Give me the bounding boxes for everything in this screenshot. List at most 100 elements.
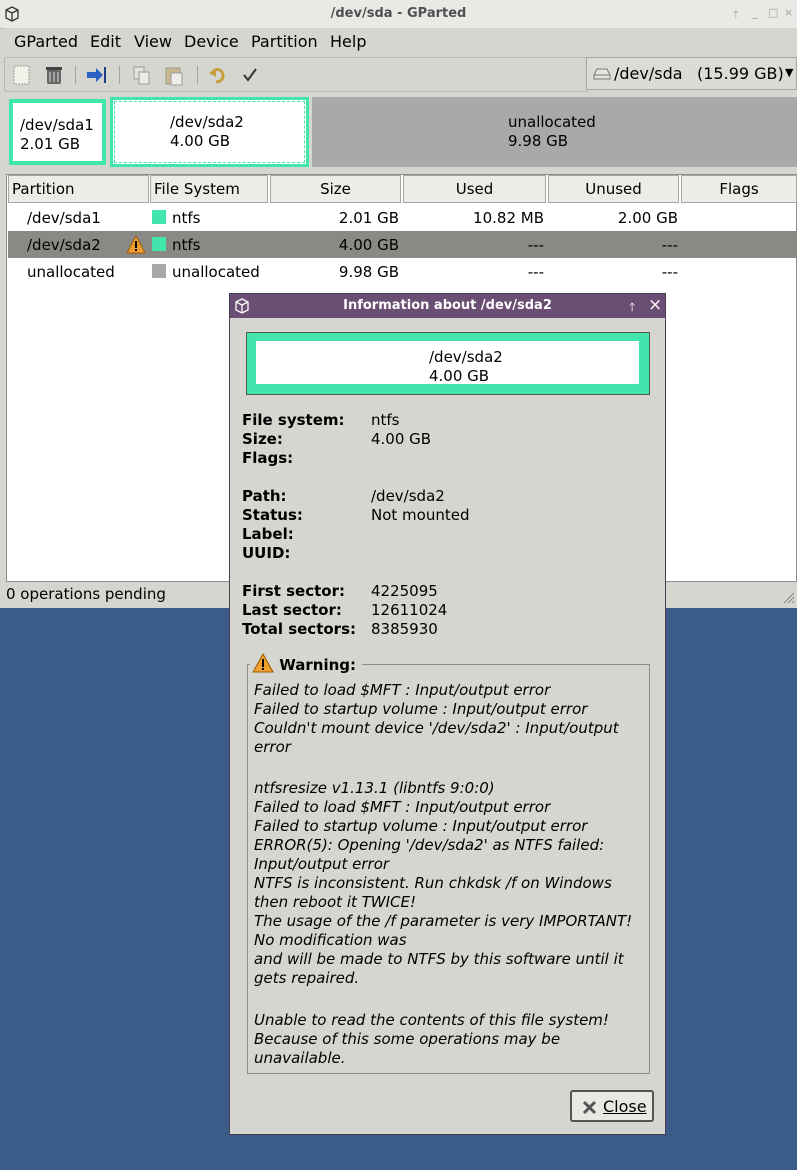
resize-grip-icon[interactable] — [781, 590, 795, 604]
first-sector-label: First sector: — [242, 582, 345, 600]
menu-partition[interactable]: Partition — [251, 32, 318, 51]
diskmap-unallocated-size: 9.98 GB — [508, 132, 569, 150]
device-selector[interactable]: /dev/sda (15.99 GB) ▼ — [586, 57, 797, 90]
col-header-used[interactable]: Used — [403, 175, 546, 203]
warning-line: Failed to startup volume : Input/output … — [254, 817, 588, 835]
paste-icon[interactable] — [163, 64, 185, 86]
close-dialog-icon[interactable]: × — [648, 295, 662, 315]
warning-line: gets repaired. — [254, 969, 360, 987]
warning-frame: Warning: Failed to load $MFT : Input/out… — [247, 652, 650, 1074]
filesystem-value: ntfs — [371, 411, 400, 429]
table-row[interactable]: /dev/sda1 ntfs 2.01 GB 10.82 MB 2.00 GB — [8, 204, 797, 231]
status-label: Status: — [242, 506, 303, 524]
close-window-icon[interactable]: × — [784, 6, 793, 19]
first-sector-value: 4225095 — [371, 582, 438, 600]
warning-line: NTFS is inconsistent. Run chkdsk /f on W… — [254, 874, 612, 892]
cell-partition: /dev/sda2 — [27, 236, 101, 254]
warning-line: No modification was — [254, 931, 407, 949]
minimize-icon[interactable]: _ — [752, 6, 758, 19]
warning-icon — [126, 235, 146, 254]
menu-gparted[interactable]: GParted — [14, 32, 78, 51]
cell-unused: --- — [661, 263, 678, 281]
info-dialog: Information about /dev/sda2 🡑 × /dev/sda… — [229, 293, 666, 1135]
maximize-icon[interactable]: □ — [768, 6, 778, 19]
dialog-partition-size: 4.00 GB — [429, 367, 490, 385]
cell-size: 9.98 GB — [338, 263, 399, 281]
disk-map: /dev/sda1 2.01 GB /dev/sda2 4.00 GB unal… — [6, 96, 797, 167]
dialog-partition-graphic: /dev/sda2 4.00 GB — [246, 332, 650, 395]
path-label: Path: — [242, 487, 287, 505]
warning-line: error — [254, 738, 291, 756]
menu-bar: GParted Edit View Device Partition Help — [6, 28, 797, 56]
col-header-size[interactable]: Size — [270, 175, 401, 203]
cell-filesystem: ntfs — [172, 236, 201, 254]
cell-used: --- — [527, 236, 544, 254]
diskmap-unallocated-name: unallocated — [508, 113, 596, 131]
warning-line: Because of this some operations may be — [254, 1030, 561, 1048]
uuid-label: UUID: — [242, 544, 291, 562]
menu-device[interactable]: Device — [184, 32, 239, 51]
resize-move-icon[interactable] — [85, 64, 107, 86]
warning-line: then reboot it TWICE! — [254, 893, 417, 911]
cell-filesystem: ntfs — [172, 209, 201, 227]
warning-line: ntfsresize v1.13.1 (libntfs 9:0:0) — [254, 779, 495, 797]
col-header-flags[interactable]: Flags — [681, 175, 797, 203]
close-button[interactable]: Close — [570, 1090, 654, 1122]
diskmap-unallocated[interactable]: unallocated 9.98 GB — [312, 97, 797, 167]
cell-used: --- — [527, 263, 544, 281]
filesystem-label: File system: — [242, 411, 345, 429]
size-value: 4.00 GB — [371, 430, 432, 448]
device-name: /dev/sda — [614, 64, 683, 83]
warning-line: Failed to load $MFT : Input/output error — [254, 798, 551, 816]
apply-icon[interactable] — [239, 64, 261, 86]
table-row-selected[interactable]: /dev/sda2 ntfs 4.00 GB --- --- — [8, 231, 797, 258]
cell-partition: unallocated — [27, 263, 115, 281]
toolbar — [4, 57, 588, 92]
warning-line: Unable to read the contents of this file… — [254, 1011, 609, 1029]
col-header-partition[interactable]: Partition — [8, 175, 149, 203]
window-title: /dev/sda - GParted — [330, 6, 467, 21]
warning-line: and will be made to NTFS by this softwar… — [254, 950, 624, 968]
warning-line: Failed to startup volume : Input/output … — [254, 700, 588, 718]
flags-label: Flags: — [242, 449, 294, 467]
title-bar: /dev/sda - GParted 🡑 _ □ × — [0, 0, 797, 29]
fs-color-swatch — [152, 210, 166, 224]
cell-filesystem: unallocated — [172, 263, 260, 281]
cell-used: 10.82 MB — [473, 209, 544, 227]
harddisk-icon — [593, 68, 611, 80]
warning-line: ERROR(5): Opening '/dev/sda2' as NTFS fa… — [254, 836, 605, 854]
dialog-title: Information about /dev/sda2 — [343, 298, 552, 313]
fs-color-swatch — [152, 237, 166, 251]
menu-edit[interactable]: Edit — [90, 32, 121, 51]
last-sector-label: Last sector: — [242, 601, 342, 619]
menu-view[interactable]: View — [134, 32, 172, 51]
warning-line: unavailable. — [254, 1049, 346, 1067]
status-text: 0 operations pending — [6, 585, 166, 603]
table-row[interactable]: unallocated unallocated 9.98 GB --- --- — [8, 258, 797, 285]
cell-size: 4.00 GB — [338, 236, 399, 254]
menu-help[interactable]: Help — [330, 32, 366, 51]
cell-unused: --- — [661, 236, 678, 254]
col-header-filesystem[interactable]: File System — [150, 175, 268, 203]
fs-color-swatch — [152, 264, 166, 278]
diskmap-sda1[interactable]: /dev/sda1 2.01 GB — [9, 99, 106, 165]
pin-icon[interactable]: 🡑 — [629, 298, 635, 319]
new-partition-icon[interactable] — [11, 64, 33, 86]
diskmap-sda2-size: 4.00 GB — [170, 132, 231, 150]
total-sectors-value: 8385930 — [371, 620, 438, 638]
pin-icon[interactable]: 🡑 — [733, 6, 739, 25]
warning-frame-title: Warning: — [250, 652, 362, 674]
undo-icon[interactable] — [207, 64, 229, 86]
diskmap-sda1-size: 2.01 GB — [20, 135, 81, 153]
cell-size: 2.01 GB — [338, 209, 399, 227]
delete-icon[interactable] — [43, 64, 65, 86]
warning-title: Warning: — [279, 656, 356, 674]
copy-icon[interactable] — [131, 64, 153, 86]
device-size: (15.99 GB) — [697, 64, 784, 83]
dialog-title-bar: Information about /dev/sda2 🡑 × — [230, 294, 665, 318]
close-icon — [582, 1100, 597, 1115]
diskmap-sda2-name: /dev/sda2 — [170, 113, 244, 131]
col-header-unused[interactable]: Unused — [548, 175, 679, 203]
diskmap-sda2[interactable]: /dev/sda2 4.00 GB — [110, 97, 309, 167]
diskmap-sda1-name: /dev/sda1 — [20, 116, 94, 134]
